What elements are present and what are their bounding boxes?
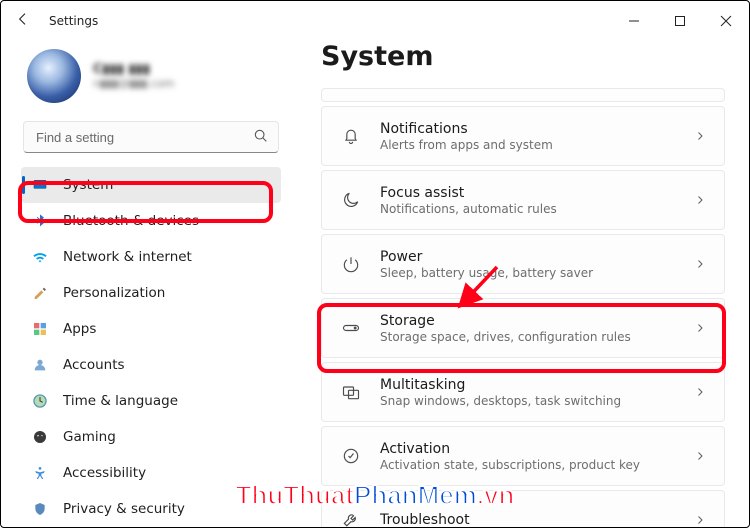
sidebar-item-label: Apps bbox=[63, 321, 96, 337]
gaming-icon bbox=[31, 428, 49, 446]
sidebar-item-label: Accessibility bbox=[63, 465, 146, 481]
bluetooth-icon bbox=[31, 212, 49, 230]
sidebar-item-label: System bbox=[63, 177, 113, 193]
sidebar-item-label: Privacy & security bbox=[63, 501, 185, 517]
settings-row-troubleshoot[interactable]: Troubleshoot bbox=[321, 490, 725, 527]
row-sub: Storage space, drives, configuration rul… bbox=[380, 330, 676, 344]
sidebar-item-accounts[interactable]: Accounts bbox=[21, 347, 281, 383]
wifi-icon bbox=[31, 248, 49, 266]
multitasking-icon bbox=[340, 381, 362, 403]
chevron-right-icon bbox=[694, 511, 706, 528]
drive-icon bbox=[340, 317, 362, 339]
row-sub: Notifications, automatic rules bbox=[380, 202, 676, 216]
row-title: Storage bbox=[380, 313, 676, 329]
avatar bbox=[27, 49, 81, 103]
chevron-right-icon bbox=[694, 191, 706, 210]
accounts-icon bbox=[31, 356, 49, 374]
sidebar-item-apps[interactable]: Apps bbox=[21, 311, 281, 347]
sidebar-item-label: Gaming bbox=[63, 429, 116, 445]
window-title: Settings bbox=[49, 14, 98, 28]
power-icon bbox=[340, 253, 362, 275]
sidebar-item-bluetooth[interactable]: Bluetooth & devices bbox=[21, 203, 281, 239]
row-title: Power bbox=[380, 249, 676, 265]
sidebar-item-label: Network & internet bbox=[63, 249, 192, 265]
row-sub: Alerts from apps and system bbox=[380, 138, 676, 152]
settings-row-focus[interactable]: Focus assist Notifications, automatic ru… bbox=[321, 170, 725, 230]
row-title: Notifications bbox=[380, 121, 676, 137]
sidebar-item-accessibility[interactable]: Accessibility bbox=[21, 455, 281, 491]
row-sub: Sleep, battery usage, battery saver bbox=[380, 266, 676, 280]
user-name: C▮▮▮ ▮▮▮ bbox=[93, 62, 174, 77]
settings-row-power[interactable]: Power Sleep, battery usage, battery save… bbox=[321, 234, 725, 294]
wrench-icon bbox=[340, 509, 362, 527]
profile-block[interactable]: C▮▮▮ ▮▮▮ n▮▮▮@▮▮▮.com bbox=[21, 45, 281, 121]
chevron-right-icon bbox=[694, 383, 706, 402]
clock-globe-icon bbox=[31, 392, 49, 410]
apps-icon bbox=[31, 320, 49, 338]
titlebar: Settings bbox=[1, 1, 749, 41]
user-email: n▮▮▮@▮▮▮.com bbox=[93, 77, 174, 90]
search-input[interactable] bbox=[23, 121, 279, 153]
maximize-button[interactable] bbox=[657, 1, 703, 41]
settings-row-storage[interactable]: Storage Storage space, drives, configura… bbox=[321, 298, 725, 358]
settings-row-multitasking[interactable]: Multitasking Snap windows, desktops, tas… bbox=[321, 362, 725, 422]
sidebar: C▮▮▮ ▮▮▮ n▮▮▮@▮▮▮.com System Bluetooth &… bbox=[11, 41, 291, 527]
row-title: Multitasking bbox=[380, 377, 676, 393]
sidebar-item-label: Bluetooth & devices bbox=[63, 213, 199, 229]
moon-icon bbox=[340, 189, 362, 211]
settings-row-notifications[interactable]: Notifications Alerts from apps and syste… bbox=[321, 106, 725, 166]
accessibility-icon bbox=[31, 464, 49, 482]
settings-row-peek[interactable] bbox=[321, 88, 725, 102]
bell-icon bbox=[340, 125, 362, 147]
sidebar-item-system[interactable]: System bbox=[21, 167, 281, 203]
chevron-right-icon bbox=[694, 255, 706, 274]
paintbrush-icon bbox=[31, 284, 49, 302]
sidebar-item-gaming[interactable]: Gaming bbox=[21, 419, 281, 455]
content: System Notifications Alerts from apps an… bbox=[291, 41, 745, 527]
sidebar-item-personalization[interactable]: Personalization bbox=[21, 275, 281, 311]
page-title: System bbox=[321, 41, 725, 72]
close-button[interactable] bbox=[703, 1, 749, 41]
row-sub: Snap windows, desktops, task switching bbox=[380, 394, 676, 408]
sidebar-item-privacy[interactable]: Privacy & security bbox=[21, 491, 281, 527]
sidebar-item-label: Personalization bbox=[63, 285, 165, 301]
activation-icon bbox=[340, 445, 362, 467]
minimize-button[interactable] bbox=[611, 1, 657, 41]
settings-list: Notifications Alerts from apps and syste… bbox=[321, 88, 725, 527]
sidebar-item-time[interactable]: Time & language bbox=[21, 383, 281, 419]
row-title: Troubleshoot bbox=[380, 512, 676, 527]
sidebar-item-network[interactable]: Network & internet bbox=[21, 239, 281, 275]
shield-icon bbox=[31, 500, 49, 518]
chevron-right-icon bbox=[694, 319, 706, 338]
search-icon bbox=[253, 128, 269, 148]
back-button[interactable] bbox=[15, 11, 39, 31]
sidebar-item-label: Accounts bbox=[63, 357, 125, 373]
display-icon bbox=[31, 176, 49, 194]
row-sub: Activation state, subscriptions, product… bbox=[380, 458, 676, 472]
search-wrap bbox=[23, 121, 279, 153]
chevron-right-icon bbox=[694, 447, 706, 466]
chevron-right-icon bbox=[694, 127, 706, 146]
settings-row-activation[interactable]: Activation Activation state, subscriptio… bbox=[321, 426, 725, 486]
row-title: Activation bbox=[380, 441, 676, 457]
sidebar-item-label: Time & language bbox=[63, 393, 178, 409]
nav-list: System Bluetooth & devices Network & int… bbox=[21, 167, 281, 527]
row-title: Focus assist bbox=[380, 185, 676, 201]
